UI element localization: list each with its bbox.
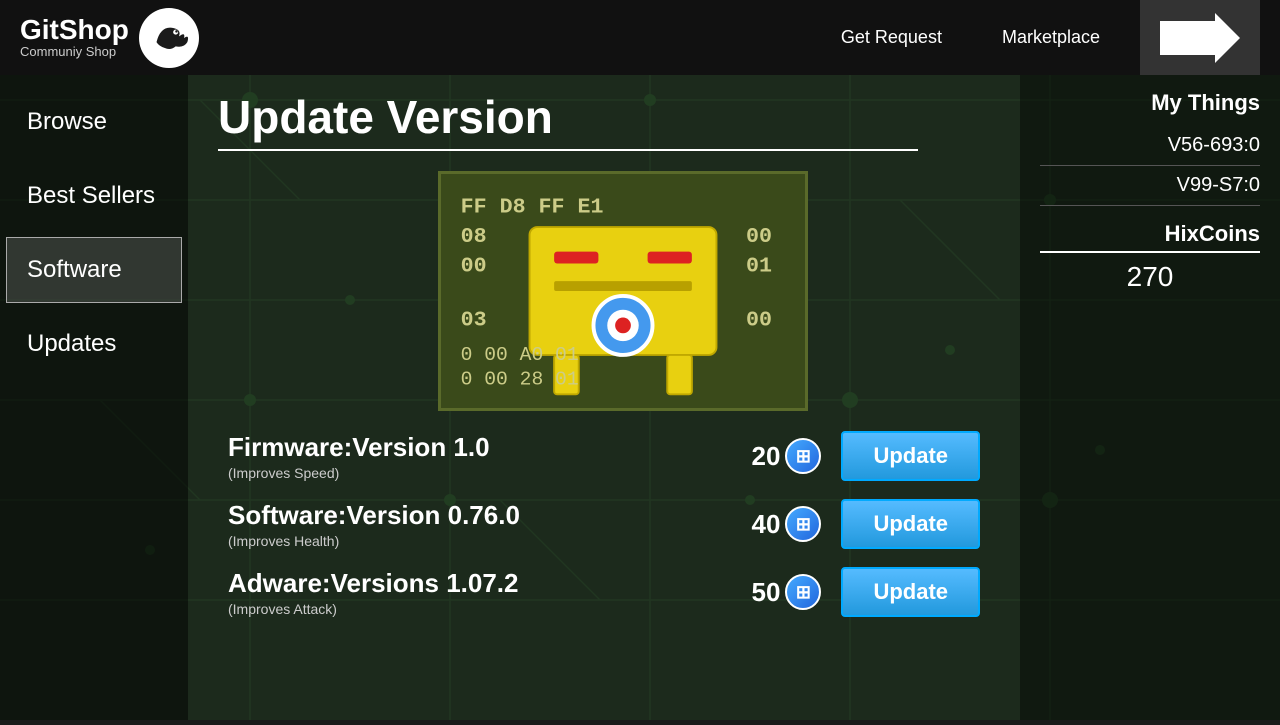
right-panel: My Things V56-693:0 V99-S7:0 HixCoins 27… [1020, 75, 1280, 720]
update-price-firmware: 20 ⊞ [752, 438, 822, 474]
hixcoin-icon-adware: ⊞ [785, 574, 821, 610]
logo-title: GitShop [20, 16, 129, 44]
get-request-link[interactable]: Get Request [841, 27, 942, 48]
update-price-adware: 50 ⊞ [752, 574, 822, 610]
svg-text:01: 01 [746, 254, 772, 278]
update-button-firmware[interactable]: Update [841, 431, 980, 481]
main-content: Update Version FF D8 FF E1 08 00 00 01 [188, 75, 1020, 720]
svg-text:08: 08 [461, 225, 487, 249]
logo-subtitle: Communiy Shop [20, 44, 129, 59]
update-name-firmware: Firmware:Version 1.0 [228, 432, 752, 463]
sidebar-item-browse[interactable]: Browse [6, 89, 182, 155]
update-info-software: Software:Version 0.76.0 (Improves Health… [228, 500, 752, 549]
svg-text:0 00 28 01: 0 00 28 01 [461, 368, 579, 390]
robot-image: FF D8 FF E1 08 00 00 01 [438, 171, 808, 411]
update-info-firmware: Firmware:Version 1.0 (Improves Speed) [228, 432, 752, 481]
sidebar-item-updates[interactable]: Updates [6, 311, 182, 377]
header-nav: Get Request Marketplace [841, 27, 1100, 48]
thing-item-v56: V56-693:0 [1040, 126, 1260, 166]
svg-text:03: 03 [461, 308, 487, 332]
update-price-software: 40 ⊞ [752, 506, 822, 542]
my-things-title: My Things [1040, 90, 1260, 116]
sidebar-item-best-sellers[interactable]: Best Sellers [6, 163, 182, 229]
update-name-software: Software:Version 0.76.0 [228, 500, 752, 531]
svg-text:00: 00 [746, 308, 772, 332]
thing-item-v99: V99-S7:0 [1040, 166, 1260, 206]
update-item-software: Software:Version 0.76.0 (Improves Health… [218, 499, 990, 549]
hixcoin-icon-software: ⊞ [785, 506, 821, 542]
update-item-adware: Adware:Versions 1.07.2 (Improves Attack)… [218, 567, 990, 617]
update-desc-firmware: (Improves Speed) [228, 465, 752, 481]
logo-area: GitShop Communiy Shop [20, 8, 199, 68]
firmware-price: 20 [752, 441, 781, 472]
hixcoins-label: HixCoins [1040, 221, 1260, 253]
update-item-firmware: Firmware:Version 1.0 (Improves Speed) 20… [218, 431, 990, 481]
logo-icon [139, 8, 199, 68]
sidebar-item-software[interactable]: Software [6, 237, 182, 303]
update-desc-adware: (Improves Attack) [228, 601, 752, 617]
svg-text:0 00 A0 01: 0 00 A0 01 [461, 344, 579, 366]
header: GitShop Communiy Shop Get Request Market… [0, 0, 1280, 75]
adware-price: 50 [752, 577, 781, 608]
svg-text:00: 00 [461, 254, 487, 278]
software-price: 40 [752, 509, 781, 540]
hixcoins-value: 270 [1040, 261, 1260, 293]
main-layout: Browse Best Sellers Software Updates Upd… [0, 75, 1280, 720]
update-button-adware[interactable]: Update [841, 567, 980, 617]
update-desc-software: (Improves Health) [228, 533, 752, 549]
page-title: Update Version [218, 90, 918, 151]
update-name-adware: Adware:Versions 1.07.2 [228, 568, 752, 599]
update-info-adware: Adware:Versions 1.07.2 (Improves Attack) [228, 568, 752, 617]
arrow-forward-button[interactable] [1140, 0, 1260, 75]
hixcoin-icon-firmware: ⊞ [785, 438, 821, 474]
svg-text:FF D8 FF E1: FF D8 FF E1 [461, 195, 604, 219]
sidebar: Browse Best Sellers Software Updates [0, 75, 188, 720]
svg-text:00: 00 [746, 225, 772, 249]
marketplace-link[interactable]: Marketplace [1002, 27, 1100, 48]
logo-text: GitShop Communiy Shop [20, 16, 129, 59]
update-button-software[interactable]: Update [841, 499, 980, 549]
